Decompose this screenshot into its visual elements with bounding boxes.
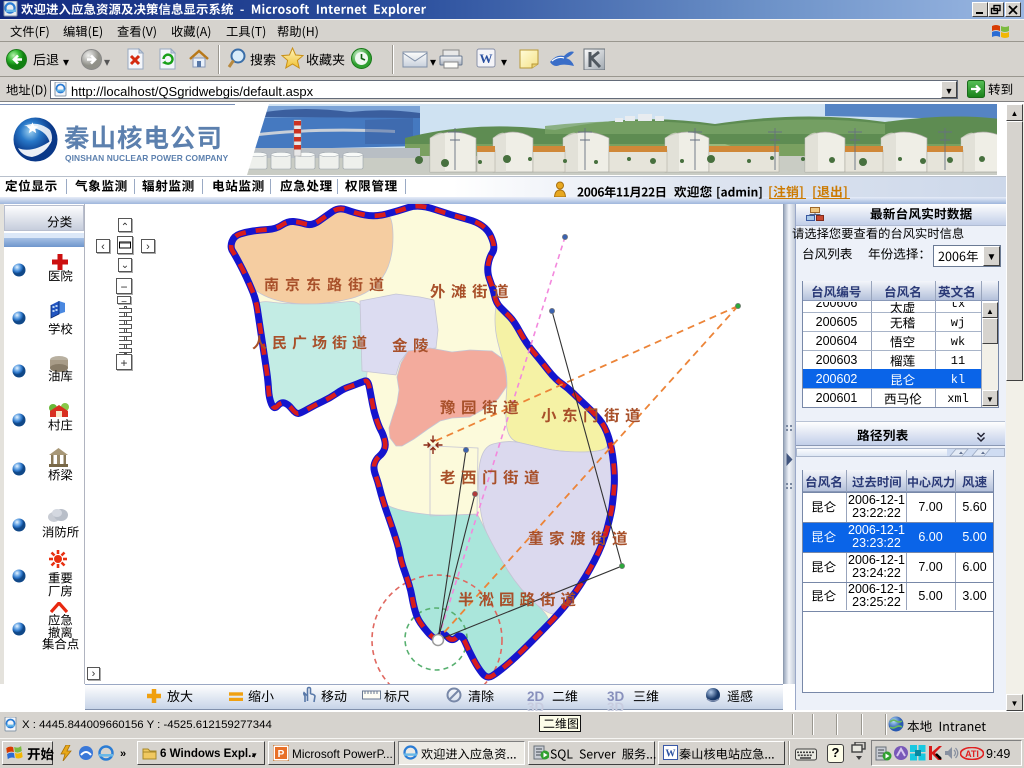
svg-text:W: W: [480, 51, 493, 66]
svg-text:W: W: [666, 749, 676, 760]
svg-text:P: P: [278, 749, 285, 760]
svg-text:ATI: ATI: [965, 749, 979, 759]
